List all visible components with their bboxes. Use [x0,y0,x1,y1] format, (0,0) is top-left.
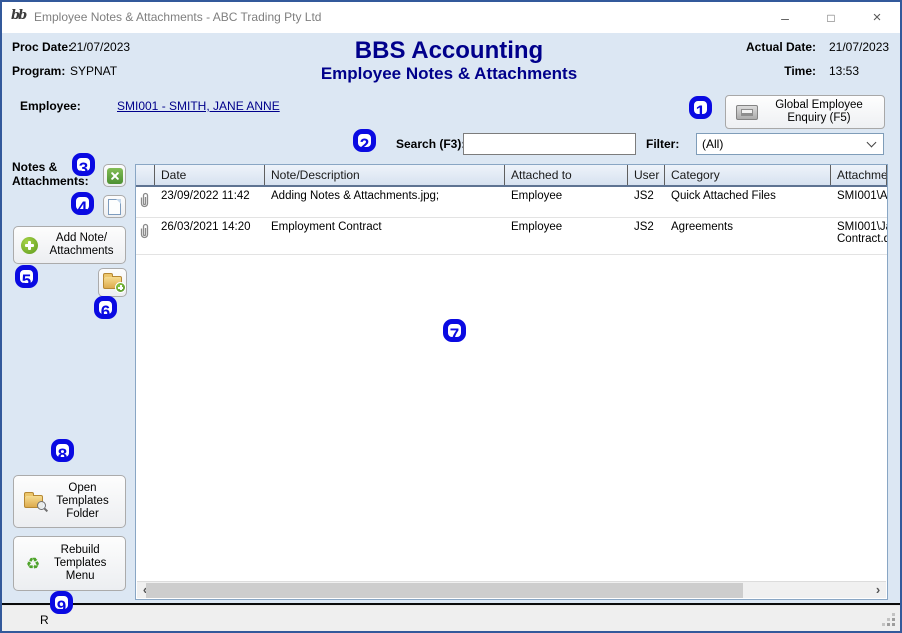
column-header-user[interactable]: User [628,165,665,185]
scrollbar-thumb[interactable] [146,583,743,598]
column-header-attached-to[interactable]: Attached to [505,165,628,185]
app-logo-icon: bb [11,8,31,27]
add-note-attachments-button[interactable]: Add Note/ Attachments [13,226,126,264]
attachment-link[interactable]: SMI001\Add [831,187,887,217]
title-bar: bb Employee Notes & Attachments - ABC Tr… [2,2,900,33]
export-excel-button[interactable] [103,164,126,187]
enquiry-drawer-icon [736,105,758,120]
attached-to-link[interactable]: Employee [505,218,628,254]
callout-3: 3 [72,153,95,176]
column-header-icon[interactable] [136,165,155,185]
open-templates-folder-label: Open Templates Folder [50,482,116,521]
chevron-down-icon [867,138,877,148]
callout-9: 9 [50,591,73,614]
search-label: Search (F3): [396,137,465,151]
description-cell: Employment Contract [265,218,505,254]
plus-badge-icon [115,282,126,293]
row-paperclip-cell [136,187,155,217]
employee-link[interactable]: SMI001 - SMITH, JANE ANNE [117,99,280,113]
category-cell: Quick Attached Files [665,187,831,217]
close-button[interactable]: × [860,6,894,30]
callout-6: 6 [94,296,117,319]
callout-5: 5 [15,265,38,288]
notes-grid: Date Note/Description Attached to User C… [135,164,888,600]
category-cell: Agreements [665,218,831,254]
open-templates-folder-button[interactable]: Open Templates Folder [13,475,126,528]
callout-7: 7 [443,319,466,342]
add-note-attachments-label: Add Note/ Attachments [45,232,119,258]
paperclip-icon [138,223,150,239]
attached-to-link[interactable]: Employee [505,187,628,217]
rebuild-templates-menu-button[interactable]: ♻ Rebuild Templates Menu [13,536,126,591]
maximize-button[interactable]: □ [814,6,848,30]
folder-search-icon [24,495,43,508]
proc-date-value: 21/07/2023 [70,40,130,54]
app-window: bb Employee Notes & Attachments - ABC Tr… [0,0,902,633]
employee-label: Employee: [20,99,81,113]
actual-date-value: 21/07/2023 [829,40,889,54]
user-cell: JS2 [628,218,665,254]
horizontal-scrollbar[interactable]: ‹ › [137,581,886,598]
callout-8: 8 [51,439,74,462]
excel-icon [107,168,123,184]
rebuild-templates-menu-label: Rebuild Templates Menu [47,544,113,583]
column-header-date[interactable]: Date [155,165,265,185]
column-header-category[interactable]: Category [665,165,831,185]
grid-header-row: Date Note/Description Attached to User C… [136,165,887,187]
program-label: Program: [12,64,65,78]
window-title: Employee Notes & Attachments - ABC Tradi… [34,10,321,24]
attachment-link[interactable]: SMI001\Jan Contract.do [831,218,887,254]
add-plus-icon [21,237,38,254]
callout-4: 4 [71,192,94,215]
screen-title: Employee Notes & Attachments [233,64,665,84]
actual-date-label: Actual Date: [722,40,816,54]
proc-date-label: Proc Date: [12,40,72,54]
status-bar: R [2,605,900,631]
time-label: Time: [722,64,816,78]
quick-attach-folder-button[interactable] [98,268,127,297]
filter-label: Filter: [646,137,679,151]
date-cell: 23/09/2022 11:42 [155,187,265,217]
minimize-button[interactable]: – [768,6,802,30]
new-note-button[interactable] [103,195,126,218]
table-row[interactable]: 26/03/2021 14:20 Employment Contract Emp… [136,218,887,255]
filter-selected-value: (All) [702,137,723,151]
scroll-right-arrow[interactable]: › [870,582,886,598]
description-cell: Adding Notes & Attachments.jpg; [265,187,505,217]
global-employee-enquiry-button[interactable]: Global Employee Enquiry (F5) [725,95,885,129]
document-icon [108,199,121,215]
row-paperclip-cell [136,218,155,254]
global-employee-enquiry-label: Global Employee Enquiry (F5) [758,99,884,125]
filter-select[interactable]: (All) [696,133,884,155]
program-value: SYPNAT [70,64,117,78]
folder-plus-icon [103,276,122,289]
resize-grip-icon[interactable] [892,623,895,626]
time-value: 13:53 [829,64,859,78]
status-text: R [40,613,49,627]
user-cell: JS2 [628,187,665,217]
recycle-icon: ♻ [26,554,40,574]
search-input[interactable] [463,133,636,155]
app-title: BBS Accounting [233,37,665,65]
paperclip-icon [138,192,150,208]
table-row[interactable]: 23/09/2022 11:42 Adding Notes & Attachme… [136,187,887,218]
column-header-description[interactable]: Note/Description [265,165,505,185]
callout-1: 1 [689,96,712,119]
callout-2: 2 [353,129,376,152]
column-header-attachment[interactable]: Attachment [831,165,887,185]
magnifier-icon [37,501,46,510]
date-cell: 26/03/2021 14:20 [155,218,265,254]
